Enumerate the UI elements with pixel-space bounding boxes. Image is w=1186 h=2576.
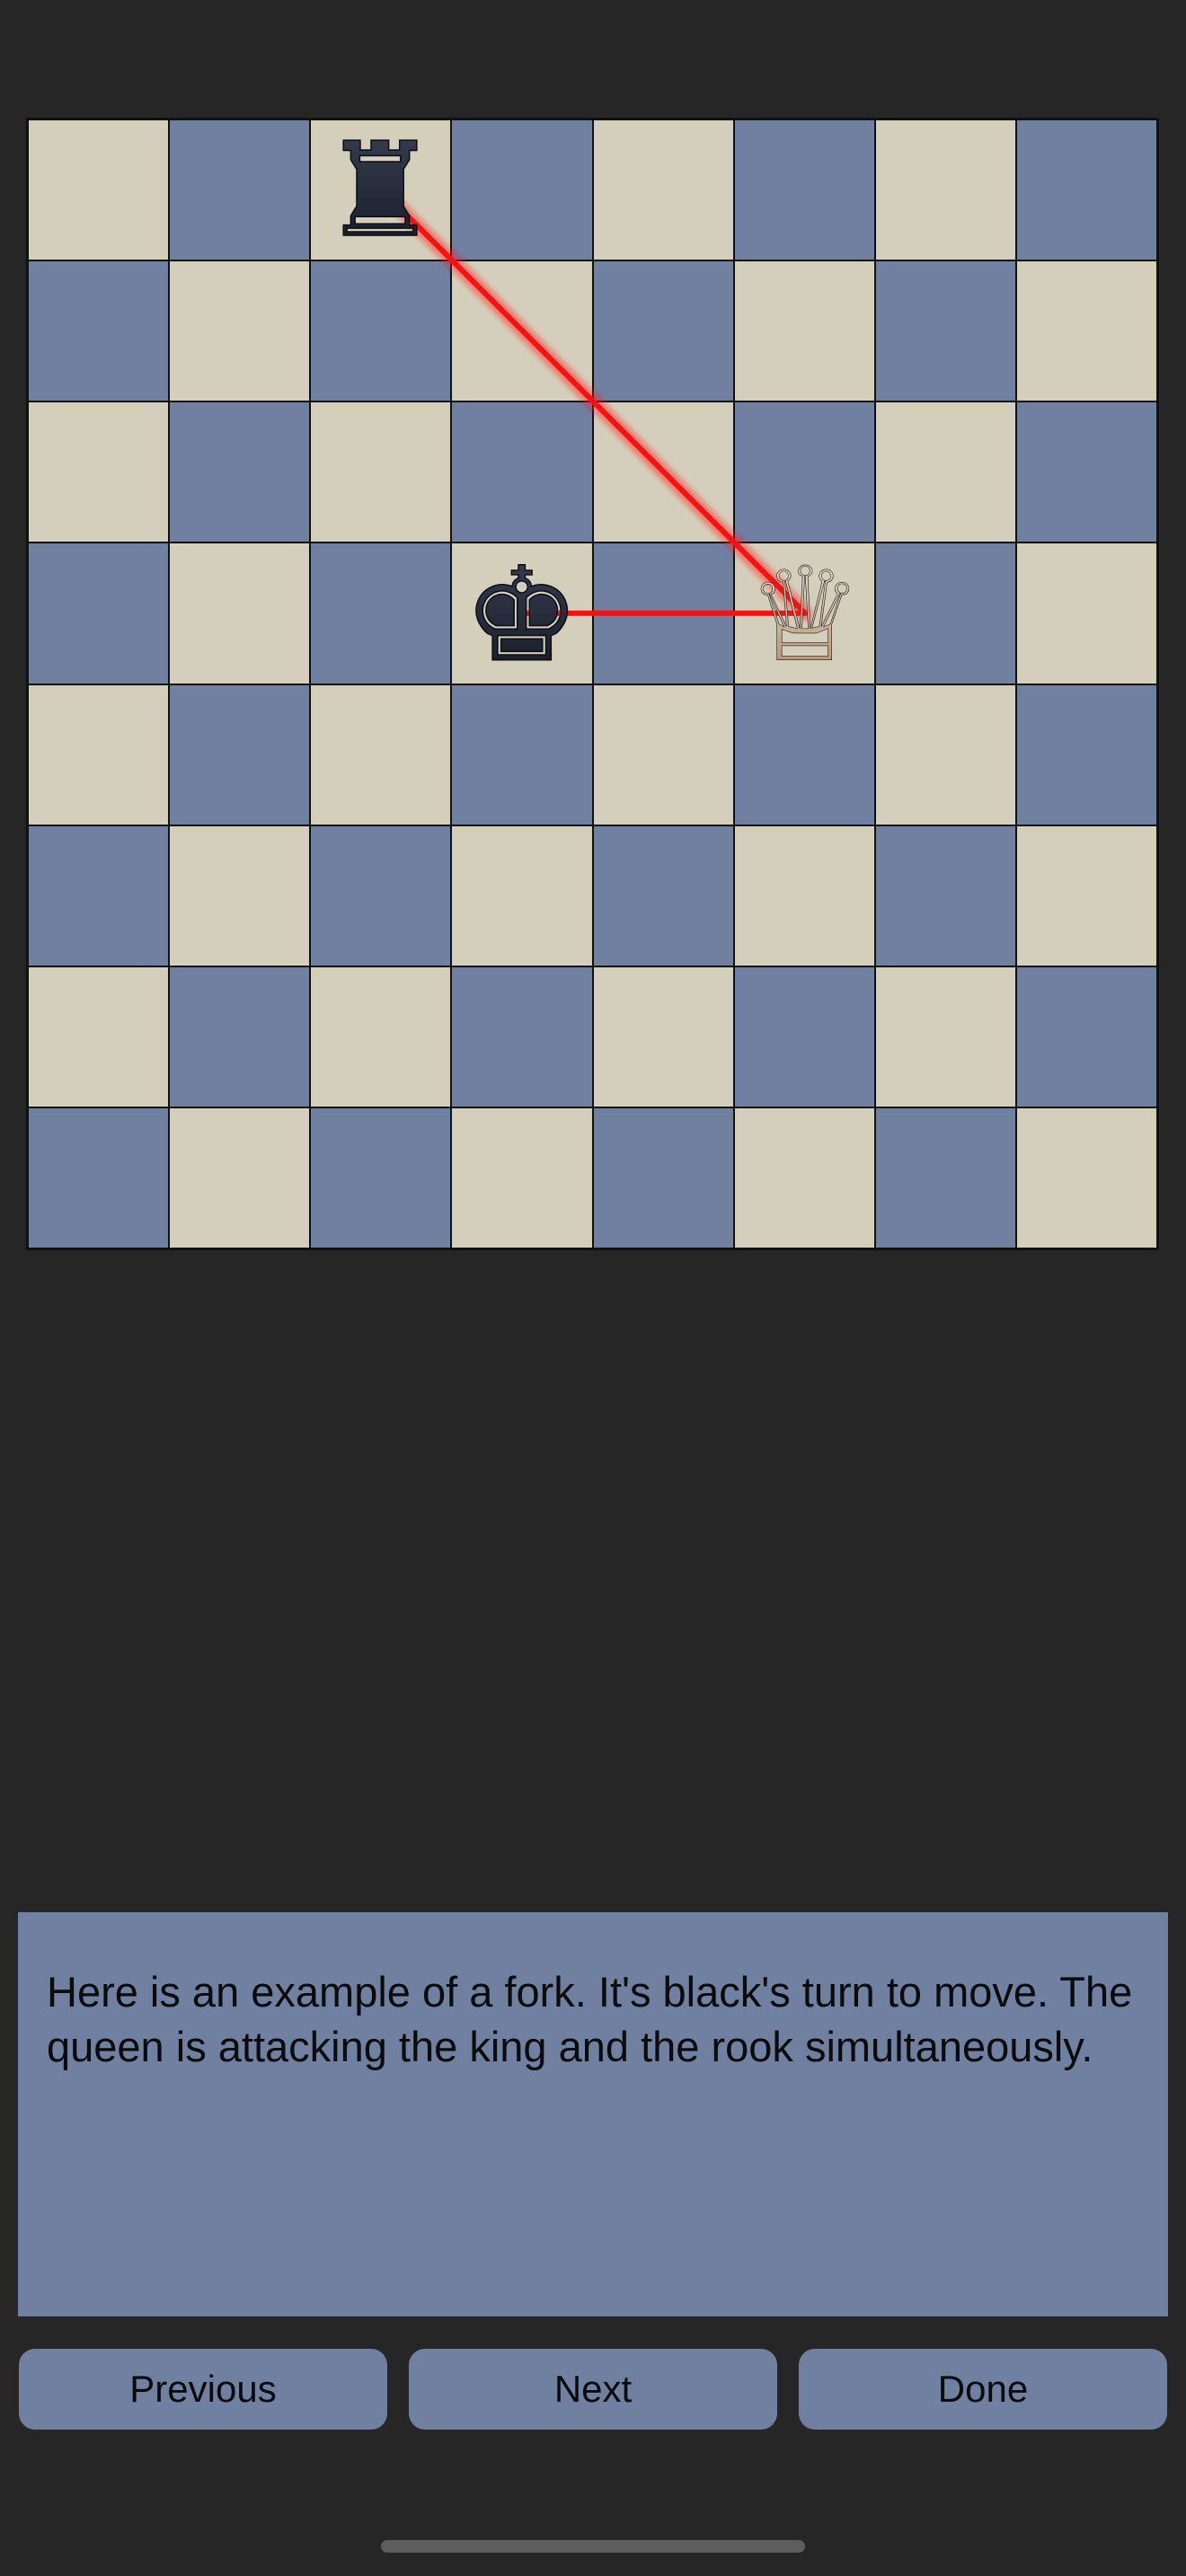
board-square[interactable] [169,119,311,261]
board-square[interactable] [733,825,875,966]
board-square[interactable] [733,401,875,543]
board-square[interactable] [28,543,170,684]
board-square[interactable] [733,543,875,684]
board-square[interactable] [310,119,452,261]
board-square[interactable] [874,260,1016,402]
board-square[interactable] [1015,543,1157,684]
next-button[interactable]: Next [409,2349,777,2430]
board-square[interactable] [1015,260,1157,402]
board-square[interactable] [451,543,593,684]
explanation-panel: Here is an example of a fork. It's black… [18,1912,1168,2316]
chess-board [26,118,1159,1250]
explanation-text: Here is an example of a fork. It's black… [47,1968,1133,2070]
board-square[interactable] [169,966,311,1107]
board-square[interactable] [451,684,593,825]
board-square[interactable] [28,684,170,825]
board-square[interactable] [451,119,593,261]
board-square[interactable] [28,1107,170,1248]
board-square[interactable] [592,260,734,402]
board-square[interactable] [169,401,311,543]
board-square[interactable] [874,119,1016,261]
board-square[interactable] [451,966,593,1107]
board-square[interactable] [874,543,1016,684]
board-square[interactable] [310,966,452,1107]
board-square[interactable] [592,1107,734,1248]
board-square[interactable] [592,825,734,966]
board-square[interactable] [451,1107,593,1248]
board-square[interactable] [592,543,734,684]
board-square[interactable] [1015,1107,1157,1248]
board-square[interactable] [1015,684,1157,825]
board-square[interactable] [733,966,875,1107]
board-square[interactable] [451,260,593,402]
done-button[interactable]: Done [799,2349,1167,2430]
board-square[interactable] [874,401,1016,543]
board-square[interactable] [451,825,593,966]
board-square[interactable] [592,119,734,261]
board-square[interactable] [28,119,170,261]
board-square[interactable] [874,966,1016,1107]
board-square[interactable] [310,684,452,825]
board-square[interactable] [169,543,311,684]
board-square[interactable] [733,1107,875,1248]
board-square[interactable] [310,543,452,684]
board-square[interactable] [1015,401,1157,543]
board-square[interactable] [874,825,1016,966]
board-square[interactable] [1015,119,1157,261]
board-square[interactable] [169,1107,311,1248]
board-square[interactable] [169,684,311,825]
board-square[interactable] [1015,825,1157,966]
previous-button[interactable]: Previous [19,2349,387,2430]
board-square[interactable] [310,1107,452,1248]
board-square[interactable] [592,401,734,543]
board-square[interactable] [28,825,170,966]
board-square[interactable] [28,966,170,1107]
board-square[interactable] [1015,966,1157,1107]
board-square[interactable] [592,684,734,825]
board-square[interactable] [874,684,1016,825]
board-square[interactable] [874,1107,1016,1248]
board-square[interactable] [169,825,311,966]
board-square[interactable] [733,119,875,261]
board-square[interactable] [310,825,452,966]
board-square[interactable] [733,684,875,825]
home-indicator[interactable] [381,2540,805,2553]
board-square[interactable] [310,401,452,543]
board-square[interactable] [28,401,170,543]
board-square[interactable] [733,260,875,402]
board-square[interactable] [28,260,170,402]
board-square[interactable] [592,966,734,1107]
chess-board-container: ♜ ♚ ♕ [26,118,1159,1250]
board-square[interactable] [451,401,593,543]
board-square[interactable] [310,260,452,402]
app-screen: ♜ ♚ ♕ Here is an example of a fork. It's b… [0,0,1186,2576]
board-square[interactable] [169,260,311,402]
